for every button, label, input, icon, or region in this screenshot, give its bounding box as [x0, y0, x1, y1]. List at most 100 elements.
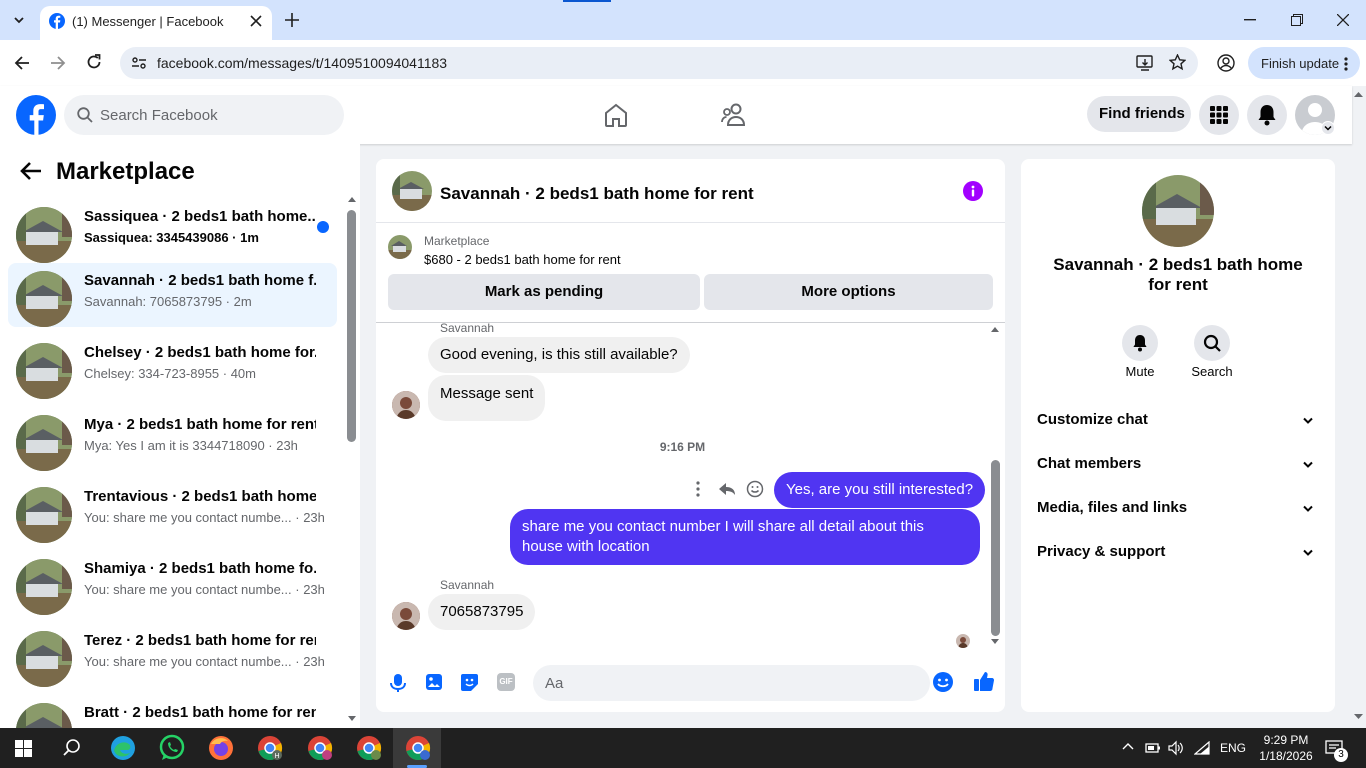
chrome-profile-icon[interactable]: H — [256, 734, 284, 762]
unread-dot — [317, 221, 329, 233]
listing-large-avatar[interactable] — [1142, 175, 1214, 247]
notifications-button[interactable] — [1247, 95, 1287, 135]
search-label: Search — [1191, 364, 1233, 379]
close-tab-icon[interactable] — [250, 15, 262, 27]
taskbar-search-icon[interactable] — [63, 739, 81, 757]
volume-icon[interactable] — [1168, 740, 1184, 756]
mark-as-pending-button[interactable]: Mark as pending — [388, 274, 700, 310]
sender-avatar[interactable] — [392, 602, 420, 630]
listing-bar: Marketplace $680 - 2 beds1 bath home for… — [376, 223, 1005, 323]
conversation-title: Chelsey · 2 beds1 bath home for... — [84, 344, 316, 361]
tab-search-icon[interactable] — [10, 12, 28, 28]
page-title: Marketplace — [56, 158, 195, 185]
conversation-item[interactable]: Sassiquea · 2 beds1 bath home... Sassique… — [8, 199, 337, 263]
sticker-icon[interactable] — [460, 673, 479, 692]
chrome-profile-icon[interactable] — [355, 734, 383, 762]
section-chat-members[interactable]: Chat members — [1037, 455, 1319, 479]
restore-icon[interactable] — [1291, 14, 1303, 26]
facebook-logo-icon[interactable] — [16, 95, 56, 135]
clock[interactable]: 9:29 PM 1/18/2026 — [1256, 732, 1316, 764]
message-input[interactable]: Aa — [533, 665, 930, 701]
conversation-item[interactable]: Terez · 2 beds1 bath home for rent You: s… — [8, 623, 337, 687]
profile-icon[interactable] — [1217, 54, 1235, 72]
browser-toolbar: facebook.com/messages/t/1409510094041183… — [0, 40, 1366, 86]
outgoing-message[interactable]: Yes, are you still interested? — [774, 472, 986, 508]
section-customize-chat[interactable]: Customize chat — [1037, 411, 1319, 435]
battery-icon[interactable] — [1145, 741, 1161, 755]
thumbs-up-icon[interactable] — [973, 670, 995, 692]
sender-avatar[interactable] — [392, 391, 420, 419]
outgoing-message[interactable]: share me you contact number I will share… — [510, 509, 980, 565]
browser-tab[interactable]: (1) Messenger | Facebook — [40, 6, 272, 40]
conversation-item[interactable]: Shamiya · 2 beds1 bath home fo... You: sh… — [8, 551, 337, 615]
page-scroll-down-icon[interactable] — [1354, 714, 1363, 720]
chat-scrollbar[interactable] — [991, 460, 1000, 636]
bookmark-star-icon[interactable] — [1169, 54, 1186, 71]
conversation-preview: Savannah: 7065873795 · 2m — [84, 294, 252, 309]
tray-chevron-up-icon[interactable] — [1122, 742, 1134, 750]
reload-icon[interactable] — [86, 54, 102, 70]
section-label: Privacy & support — [1037, 543, 1166, 560]
home-icon[interactable] — [603, 102, 629, 128]
conversation-item[interactable]: Trentavious · 2 beds1 bath home... You: s… — [8, 479, 337, 543]
firefox-icon[interactable] — [207, 734, 235, 762]
active-taskbar-item[interactable] — [393, 728, 441, 768]
facebook-search-input[interactable]: Search Facebook — [64, 95, 344, 135]
find-friends-button[interactable]: Find friends — [1087, 96, 1191, 132]
conversation-item[interactable]: Savannah · 2 beds1 bath home f... Savanna… — [8, 263, 337, 327]
listing-price-title[interactable]: $680 - 2 beds1 bath home for rent — [424, 252, 621, 267]
scroll-down-icon[interactable] — [348, 716, 356, 722]
chat-title[interactable]: Savannah · 2 beds1 bath home for rent — [440, 184, 754, 204]
message-timestamp: 9:16 PM — [659, 440, 706, 454]
page-scroll-up-icon[interactable] — [1354, 91, 1363, 97]
address-bar[interactable]: facebook.com/messages/t/1409510094041183 — [120, 47, 1198, 79]
chat-scroll-down-icon[interactable] — [991, 639, 999, 645]
search-icon — [1203, 334, 1221, 352]
search-chat-button[interactable] — [1194, 325, 1230, 361]
chevron-down-icon — [1303, 461, 1313, 469]
finish-update-button[interactable]: Finish update — [1248, 47, 1360, 79]
info-icon[interactable] — [963, 181, 983, 201]
chrome-profile-icon[interactable] — [306, 734, 334, 762]
install-app-icon[interactable] — [1136, 55, 1154, 71]
svg-text:H: H — [274, 753, 279, 760]
account-chevron-icon[interactable] — [1321, 121, 1335, 135]
chat-scroll-up-icon[interactable] — [991, 326, 999, 332]
sender-name: Savannah — [440, 321, 495, 335]
reply-icon[interactable] — [718, 480, 736, 498]
conversation-item[interactable]: Mya · 2 beds1 bath home for rent Mya: Yes… — [8, 407, 337, 471]
listing-thumbnail[interactable] — [388, 235, 412, 259]
site-info-icon[interactable] — [131, 55, 147, 71]
wifi-icon[interactable] — [1194, 741, 1210, 755]
listing-avatar[interactable] — [392, 171, 432, 211]
close-window-icon[interactable] — [1337, 14, 1349, 26]
more-options-button[interactable]: More options — [704, 274, 993, 310]
section-media-files-links[interactable]: Media, files and links — [1037, 499, 1319, 523]
gif-icon[interactable]: GIF — [497, 673, 515, 691]
back-icon[interactable] — [14, 55, 30, 71]
emoji-picker-icon[interactable] — [932, 671, 954, 693]
conversation-item[interactable]: Chelsey · 2 beds1 bath home for... Chelse… — [8, 335, 337, 399]
section-privacy-support[interactable]: Privacy & support — [1037, 543, 1319, 567]
back-arrow-icon[interactable] — [20, 161, 42, 181]
edge-icon[interactable] — [109, 734, 137, 762]
photo-icon[interactable] — [425, 673, 443, 691]
conversation-preview: You: share me you contact numbe... · 23h — [84, 654, 325, 669]
forward-icon[interactable] — [50, 55, 66, 71]
mute-button[interactable] — [1122, 325, 1158, 361]
list-scrollbar[interactable] — [347, 210, 356, 442]
friends-icon[interactable] — [721, 102, 749, 128]
whatsapp-icon[interactable] — [158, 734, 186, 762]
new-tab-icon[interactable] — [285, 13, 299, 27]
incoming-message[interactable]: Good evening, is this still available? — [428, 337, 690, 373]
minimize-icon[interactable] — [1244, 19, 1256, 21]
language-indicator[interactable]: ENG — [1220, 741, 1246, 755]
scroll-up-icon[interactable] — [348, 196, 356, 202]
windows-start-icon[interactable] — [15, 740, 32, 757]
microphone-icon[interactable] — [390, 673, 406, 693]
incoming-message[interactable]: 7065873795 — [428, 594, 536, 630]
incoming-message[interactable]: Message sent — [428, 375, 546, 421]
message-more-icon[interactable] — [693, 481, 703, 497]
menu-grid-button[interactable] — [1199, 95, 1239, 135]
react-emoji-icon[interactable] — [746, 480, 764, 498]
